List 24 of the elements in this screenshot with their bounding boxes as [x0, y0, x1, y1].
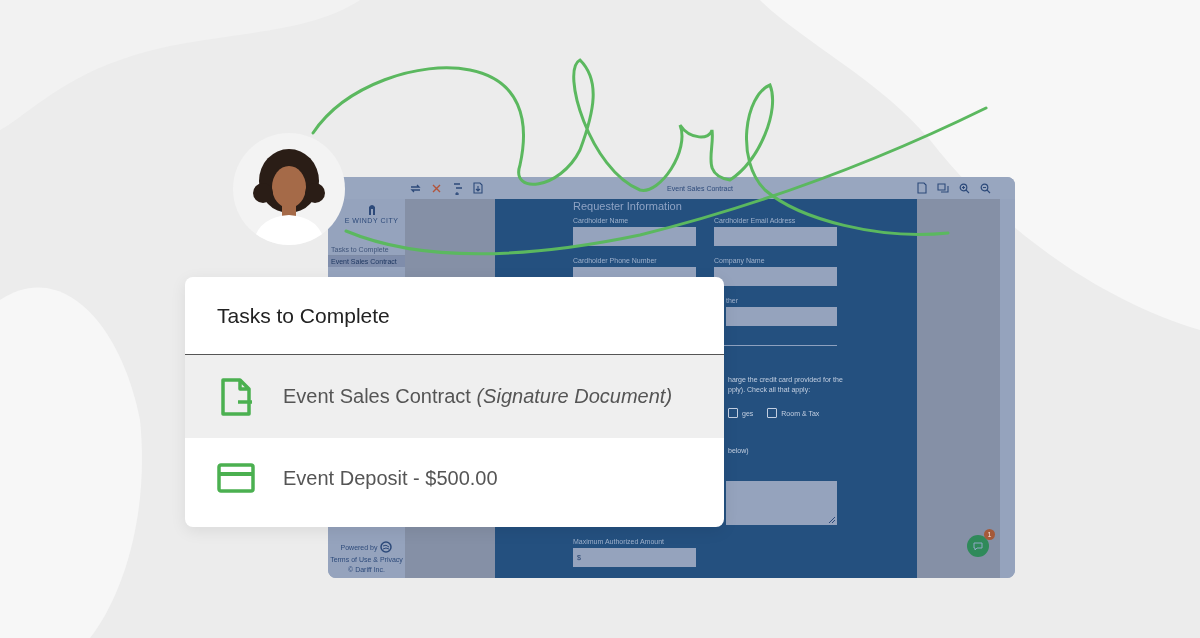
- input-field[interactable]: [714, 267, 837, 286]
- resize-grip-icon: [829, 517, 835, 523]
- zoom-out-icon[interactable]: [980, 182, 991, 194]
- logo-icon: [367, 203, 376, 215]
- swap-icon[interactable]: [452, 181, 463, 195]
- sync-icon[interactable]: [410, 182, 421, 194]
- comments-icon[interactable]: [937, 182, 949, 194]
- zoom-in-icon[interactable]: [959, 182, 970, 194]
- checkbox[interactable]: [728, 408, 738, 418]
- cross-icon[interactable]: [431, 182, 442, 194]
- task-item[interactable]: Event Deposit - $500.00: [185, 438, 724, 518]
- download-file-icon[interactable]: [473, 182, 483, 194]
- section-title: Requester Information: [573, 200, 683, 213]
- input-field[interactable]: [714, 227, 837, 246]
- card-title: Tasks to Complete: [217, 303, 390, 328]
- file-icon[interactable]: [917, 182, 927, 194]
- checkbox[interactable]: [767, 408, 778, 418]
- credit-card-icon: [215, 463, 257, 493]
- globe-icon: [380, 541, 393, 553]
- chat-icon: [973, 541, 983, 551]
- input-field[interactable]: [726, 307, 837, 326]
- input-field[interactable]: [573, 267, 696, 277]
- chat-button[interactable]: [967, 535, 989, 557]
- task-item[interactable]: Event Sales Contract (Signature Document): [185, 355, 724, 438]
